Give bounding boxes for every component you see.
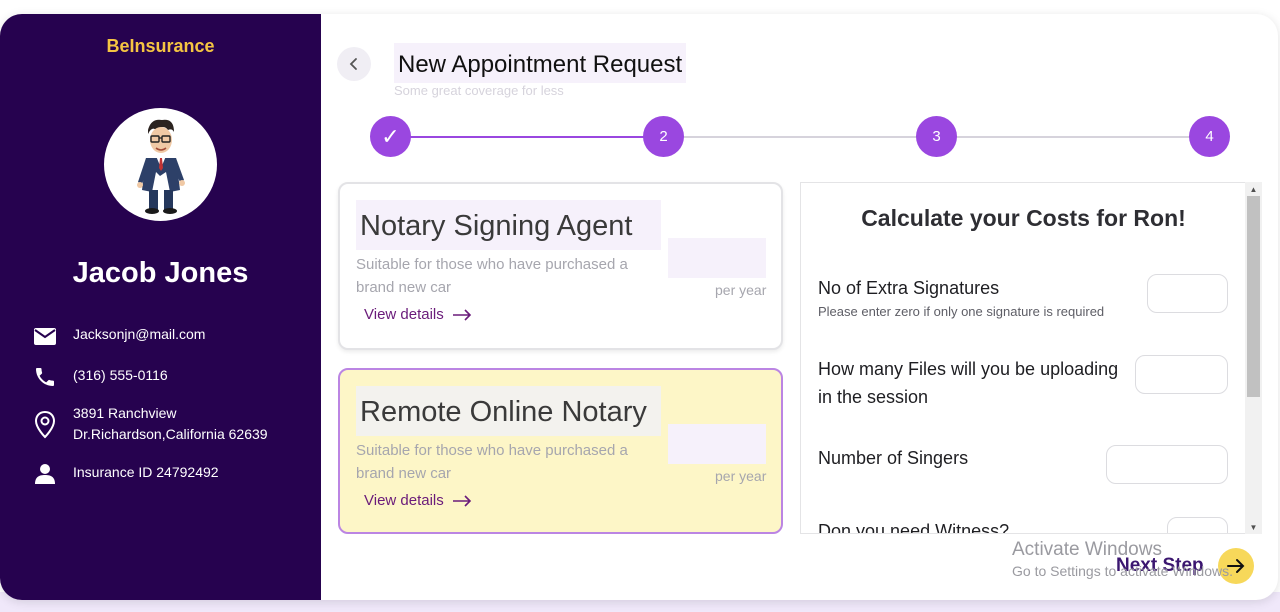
scroll-thumb[interactable] <box>1247 196 1260 397</box>
insurance-id-row: Insurance ID 24792492 <box>31 462 219 486</box>
address-row: 3891 Ranchview Dr.Richardson,California … <box>31 403 268 447</box>
plan-card-notary-signing-agent[interactable]: Notary Signing Agent Suitable for those … <box>338 182 783 350</box>
back-button[interactable] <box>337 47 371 81</box>
scroll-down-arrow-icon[interactable]: ▼ <box>1245 520 1262 534</box>
arrow-right-icon <box>452 494 471 507</box>
plan-description: Suitable for those who have purchased a … <box>356 442 628 482</box>
price-placeholder <box>668 238 766 278</box>
phone-row: (316) 555-0116 <box>31 365 168 389</box>
person-icon <box>31 462 59 486</box>
price-period: per year <box>715 282 767 298</box>
step-4[interactable]: 4 <box>1189 116 1230 157</box>
next-step-button[interactable]: Next Step <box>1116 548 1254 584</box>
location-pin-icon <box>31 403 59 447</box>
plan-description: Suitable for those who have purchased a … <box>356 256 628 296</box>
calculator-title: Calculate your Costs for Ron! <box>861 205 1186 231</box>
files-count-input[interactable] <box>1135 355 1228 394</box>
brand-logo: BeInsurance <box>106 36 215 56</box>
field-label-signers: Number of Singers <box>818 448 969 468</box>
field-label-files: How many Files will you be uploading in … <box>818 359 1119 407</box>
price-period: per year <box>715 468 767 484</box>
field-label-witness: Don you need Witness? <box>818 521 1010 534</box>
step-3[interactable]: 3 <box>916 116 957 157</box>
field-hint-extra-signatures: Please enter zero if only one signature … <box>818 304 1105 319</box>
phone-icon <box>31 365 59 389</box>
user-name: Jacob Jones <box>72 257 249 289</box>
mail-icon <box>31 324 59 348</box>
avatar <box>104 108 217 221</box>
sidebar: BeInsurance Jacob Jones Jacksonjn@mail.c… <box>0 14 321 600</box>
address-line1: 3891 Ranchview <box>73 405 177 421</box>
plan-title: Remote Online Notary <box>356 386 661 436</box>
field-label-extra-signatures: No of Extra Signatures <box>818 278 1000 298</box>
page-title: New Appointment Request <box>394 43 687 83</box>
plan-card-remote-online-notary[interactable]: Remote Online Notary Suitable for those … <box>338 368 783 534</box>
calculator-scrollbar[interactable]: ▲ ▼ <box>1245 182 1262 534</box>
cost-calculator-panel: Calculate your Costs for Ron! No of Extr… <box>800 182 1245 534</box>
witness-input[interactable] <box>1167 517 1228 533</box>
view-details-link[interactable]: View details <box>364 492 472 509</box>
phone-text: (316) 555-0116 <box>73 367 168 383</box>
step-1[interactable]: ✓ <box>370 116 411 157</box>
page-subtitle: Some great coverage for less <box>394 83 564 98</box>
arrow-right-icon <box>452 308 471 321</box>
view-details-label: View details <box>364 306 444 323</box>
address-line2: Dr.Richardson,California 62639 <box>73 426 268 442</box>
view-details-label: View details <box>364 492 444 509</box>
email-row: Jacksonjn@mail.com <box>31 324 205 348</box>
stepper-line-done <box>390 136 663 138</box>
scroll-up-arrow-icon[interactable]: ▲ <box>1245 182 1262 196</box>
arrow-right-icon <box>1217 548 1254 584</box>
email-text: Jacksonjn@mail.com <box>73 326 206 342</box>
insurance-id-text: Insurance ID 24792492 <box>73 464 219 480</box>
price-placeholder <box>668 424 766 464</box>
address-text: 3891 Ranchview Dr.Richardson,California … <box>73 403 268 445</box>
signers-count-input[interactable] <box>1106 445 1228 484</box>
step-2[interactable]: 2 <box>643 116 684 157</box>
app-window: BeInsurance Jacob Jones Jacksonjn@mail.c… <box>0 14 1278 600</box>
extra-signatures-input[interactable] <box>1147 274 1228 313</box>
next-step-label: Next Step <box>1116 555 1204 576</box>
view-details-link[interactable]: View details <box>364 306 472 323</box>
chevron-left-icon <box>349 58 357 70</box>
plan-title: Notary Signing Agent <box>356 200 661 250</box>
avatar-illustration <box>104 108 217 221</box>
